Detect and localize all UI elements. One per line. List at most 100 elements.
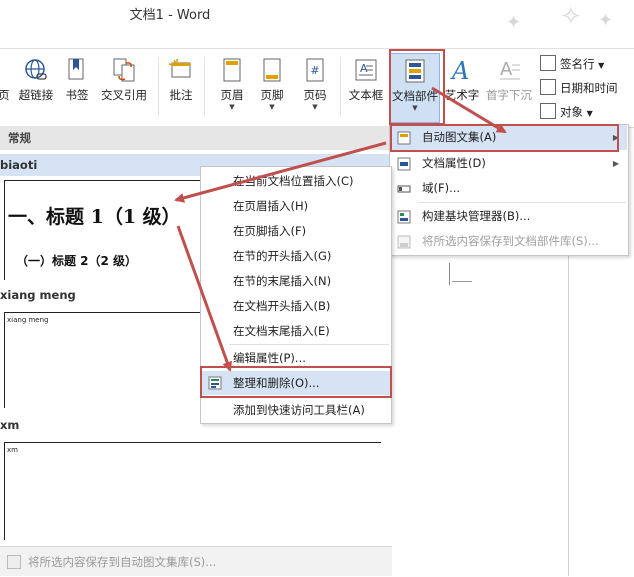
menu-item-insert-at-current[interactable]: 在当前文档位置插入(C) bbox=[202, 169, 390, 193]
header-icon bbox=[223, 58, 241, 82]
textbox-icon: A bbox=[355, 59, 377, 81]
menu-separator bbox=[229, 344, 389, 345]
menu-item-add-to-qat[interactable]: 添加到快速访问工具栏(A) bbox=[202, 398, 390, 422]
quick-parts-button[interactable]: 文档部件 ▼ bbox=[390, 53, 440, 123]
menu-item-label: 整理和删除(O)... bbox=[233, 376, 320, 390]
menu-item-label: 文档属性(D) bbox=[422, 156, 486, 170]
date-time-button[interactable]: 日期和时间 bbox=[540, 79, 618, 99]
autotext-icon bbox=[397, 131, 411, 145]
svg-text:#: # bbox=[310, 64, 319, 77]
page-margin-mark bbox=[452, 281, 472, 282]
menu-item-insert-section-start[interactable]: 在节的开头插入(G) bbox=[202, 244, 390, 268]
menu-item-insert-footer[interactable]: 在页脚插入(F) bbox=[202, 219, 390, 243]
menu-item-building-blocks[interactable]: 构建基块管理器(B)... bbox=[391, 204, 627, 229]
ribbon-partial-label: 页 bbox=[0, 88, 10, 102]
chevron-down-icon: ▼ bbox=[269, 103, 275, 111]
menu-item-insert-doc-end[interactable]: 在文档末尾插入(E) bbox=[202, 319, 390, 343]
date-time-label: 日期和时间 bbox=[560, 81, 618, 95]
chevron-down-icon: ▼ bbox=[312, 103, 318, 111]
bookmark-flag-icon bbox=[68, 58, 84, 80]
decorative-bird-icon: ✦ bbox=[506, 12, 522, 33]
chevron-down-icon: ▼ bbox=[586, 109, 593, 118]
signature-line-icon bbox=[540, 55, 556, 71]
ribbon-partial-button[interactable]: 页 bbox=[0, 53, 10, 121]
header-button[interactable]: 页眉 ▼ bbox=[216, 53, 248, 121]
calendar-icon bbox=[540, 79, 556, 95]
object-icon bbox=[540, 103, 556, 119]
menu-item-field[interactable]: 域(F)... bbox=[391, 176, 627, 201]
comment-label: 批注 bbox=[169, 88, 193, 102]
preview-heading-2: （一）标题 2（2 级） bbox=[16, 254, 138, 268]
footer-label: 页脚 bbox=[260, 88, 284, 102]
object-label: 对象 bbox=[560, 105, 583, 119]
svg-text:A: A bbox=[360, 62, 368, 75]
textbox-label: 文本框 bbox=[348, 88, 384, 102]
building-blocks-icon bbox=[397, 210, 411, 224]
header-label: 页眉 bbox=[220, 88, 244, 102]
menu-item-label: 自动图文集(A) bbox=[422, 130, 497, 144]
menu-item-insert-doc-start[interactable]: 在文档开头插入(B) bbox=[202, 294, 390, 318]
menu-item-save-to-parts-gallery[interactable]: 将所选内容保存到文档部件库(S)... bbox=[391, 229, 627, 254]
page-number-icon: # bbox=[306, 58, 324, 82]
drop-cap-label: 首字下沉 bbox=[486, 88, 532, 102]
save-to-gallery-icon bbox=[7, 555, 21, 569]
preview-heading-1: 一、标题 1（1 级） bbox=[8, 206, 181, 228]
ribbon-insert-tab: 页 超链接 书签 交叉引用 批注 页眉 ▼ 页脚 ▼ # 页码 ▼ A 文本框 … bbox=[0, 48, 634, 128]
menu-separator bbox=[418, 202, 626, 203]
window-title: 文档1 - Word bbox=[129, 8, 211, 23]
menu-item-label: 构建基块管理器(B)... bbox=[422, 209, 531, 223]
page-number-label: 页码 bbox=[303, 88, 327, 102]
wordart-label: 艺术字 bbox=[444, 88, 480, 102]
menu-item-insert-header[interactable]: 在页眉插入(H) bbox=[202, 194, 390, 218]
hyperlink-button[interactable]: 超链接 bbox=[14, 53, 58, 121]
drop-cap-button[interactable]: A 首字下沉 bbox=[484, 53, 534, 121]
quick-parts-label: 文档部件 bbox=[392, 89, 438, 103]
page-number-button[interactable]: # 页码 ▼ bbox=[298, 53, 332, 121]
save-to-gallery-icon bbox=[397, 235, 411, 249]
gallery-footer-label: 将所选内容保存到自动图文集库(S)... bbox=[28, 555, 217, 569]
bookmark-label: 书签 bbox=[65, 88, 89, 102]
text-cursor bbox=[449, 263, 450, 285]
svg-text:A: A bbox=[500, 59, 513, 80]
preview-text: xm bbox=[7, 446, 18, 454]
preview-border bbox=[4, 442, 381, 443]
menu-item-autotext[interactable]: 自动图文集(A) ▶ bbox=[391, 125, 627, 150]
chevron-down-icon: ▼ bbox=[229, 103, 235, 111]
footer-button[interactable]: 页脚 ▼ bbox=[256, 53, 288, 121]
preview-border bbox=[4, 442, 5, 540]
autotext-context-menu: 在当前文档位置插入(C) 在页眉插入(H) 在页脚插入(F) 在节的开头插入(G… bbox=[200, 166, 392, 424]
decorative-butterfly-icon: ✧ bbox=[560, 2, 582, 32]
ribbon-separator bbox=[158, 57, 159, 117]
ribbon-separator bbox=[204, 57, 205, 117]
chevron-down-icon: ▼ bbox=[412, 104, 418, 112]
submenu-arrow-icon: ▶ bbox=[612, 133, 619, 142]
menu-item-organize-delete[interactable]: 整理和删除(O)... bbox=[202, 371, 390, 395]
page-edge bbox=[568, 254, 569, 576]
organize-delete-icon bbox=[208, 376, 222, 390]
title-bar: 文档1 - Word ✦ ✧ ✦ bbox=[0, 0, 634, 48]
menu-item-document-property[interactable]: 文档属性(D) ▶ bbox=[391, 151, 627, 176]
hyperlink-label: 超链接 bbox=[18, 88, 54, 102]
quick-parts-icon bbox=[405, 59, 425, 83]
gallery-item-preview[interactable]: xm bbox=[4, 442, 381, 540]
save-to-autotext-gallery-button[interactable]: 将所选内容保存到自动图文集库(S)... bbox=[0, 546, 392, 576]
menu-item-label: 域(F)... bbox=[422, 181, 461, 195]
cross-reference-button[interactable]: 交叉引用 bbox=[96, 53, 152, 121]
menu-item-insert-section-end[interactable]: 在节的末尾插入(N) bbox=[202, 269, 390, 293]
menu-item-edit-properties[interactable]: 编辑属性(P)... bbox=[202, 346, 390, 370]
ribbon-separator bbox=[340, 57, 341, 117]
comment-button[interactable]: 批注 bbox=[164, 53, 198, 121]
object-button[interactable]: 对象 ▼ bbox=[540, 103, 593, 123]
field-icon bbox=[397, 185, 411, 193]
chevron-down-icon: ▼ bbox=[598, 61, 605, 70]
signature-line-button[interactable]: 签名行 ▼ bbox=[540, 55, 604, 75]
menu-item-label: 将所选内容保存到文档部件库(S)... bbox=[422, 234, 599, 248]
bookmark-button[interactable]: 书签 bbox=[60, 53, 94, 121]
document-canvas[interactable] bbox=[392, 254, 634, 576]
svg-text:A: A bbox=[450, 57, 469, 83]
wordart-button[interactable]: A 艺术字 bbox=[444, 53, 480, 121]
drop-cap-icon: A bbox=[500, 59, 520, 80]
decorative-bird-icon: ✦ bbox=[598, 10, 614, 31]
textbox-button[interactable]: A 文本框 bbox=[346, 53, 386, 121]
footer-icon bbox=[263, 58, 281, 82]
